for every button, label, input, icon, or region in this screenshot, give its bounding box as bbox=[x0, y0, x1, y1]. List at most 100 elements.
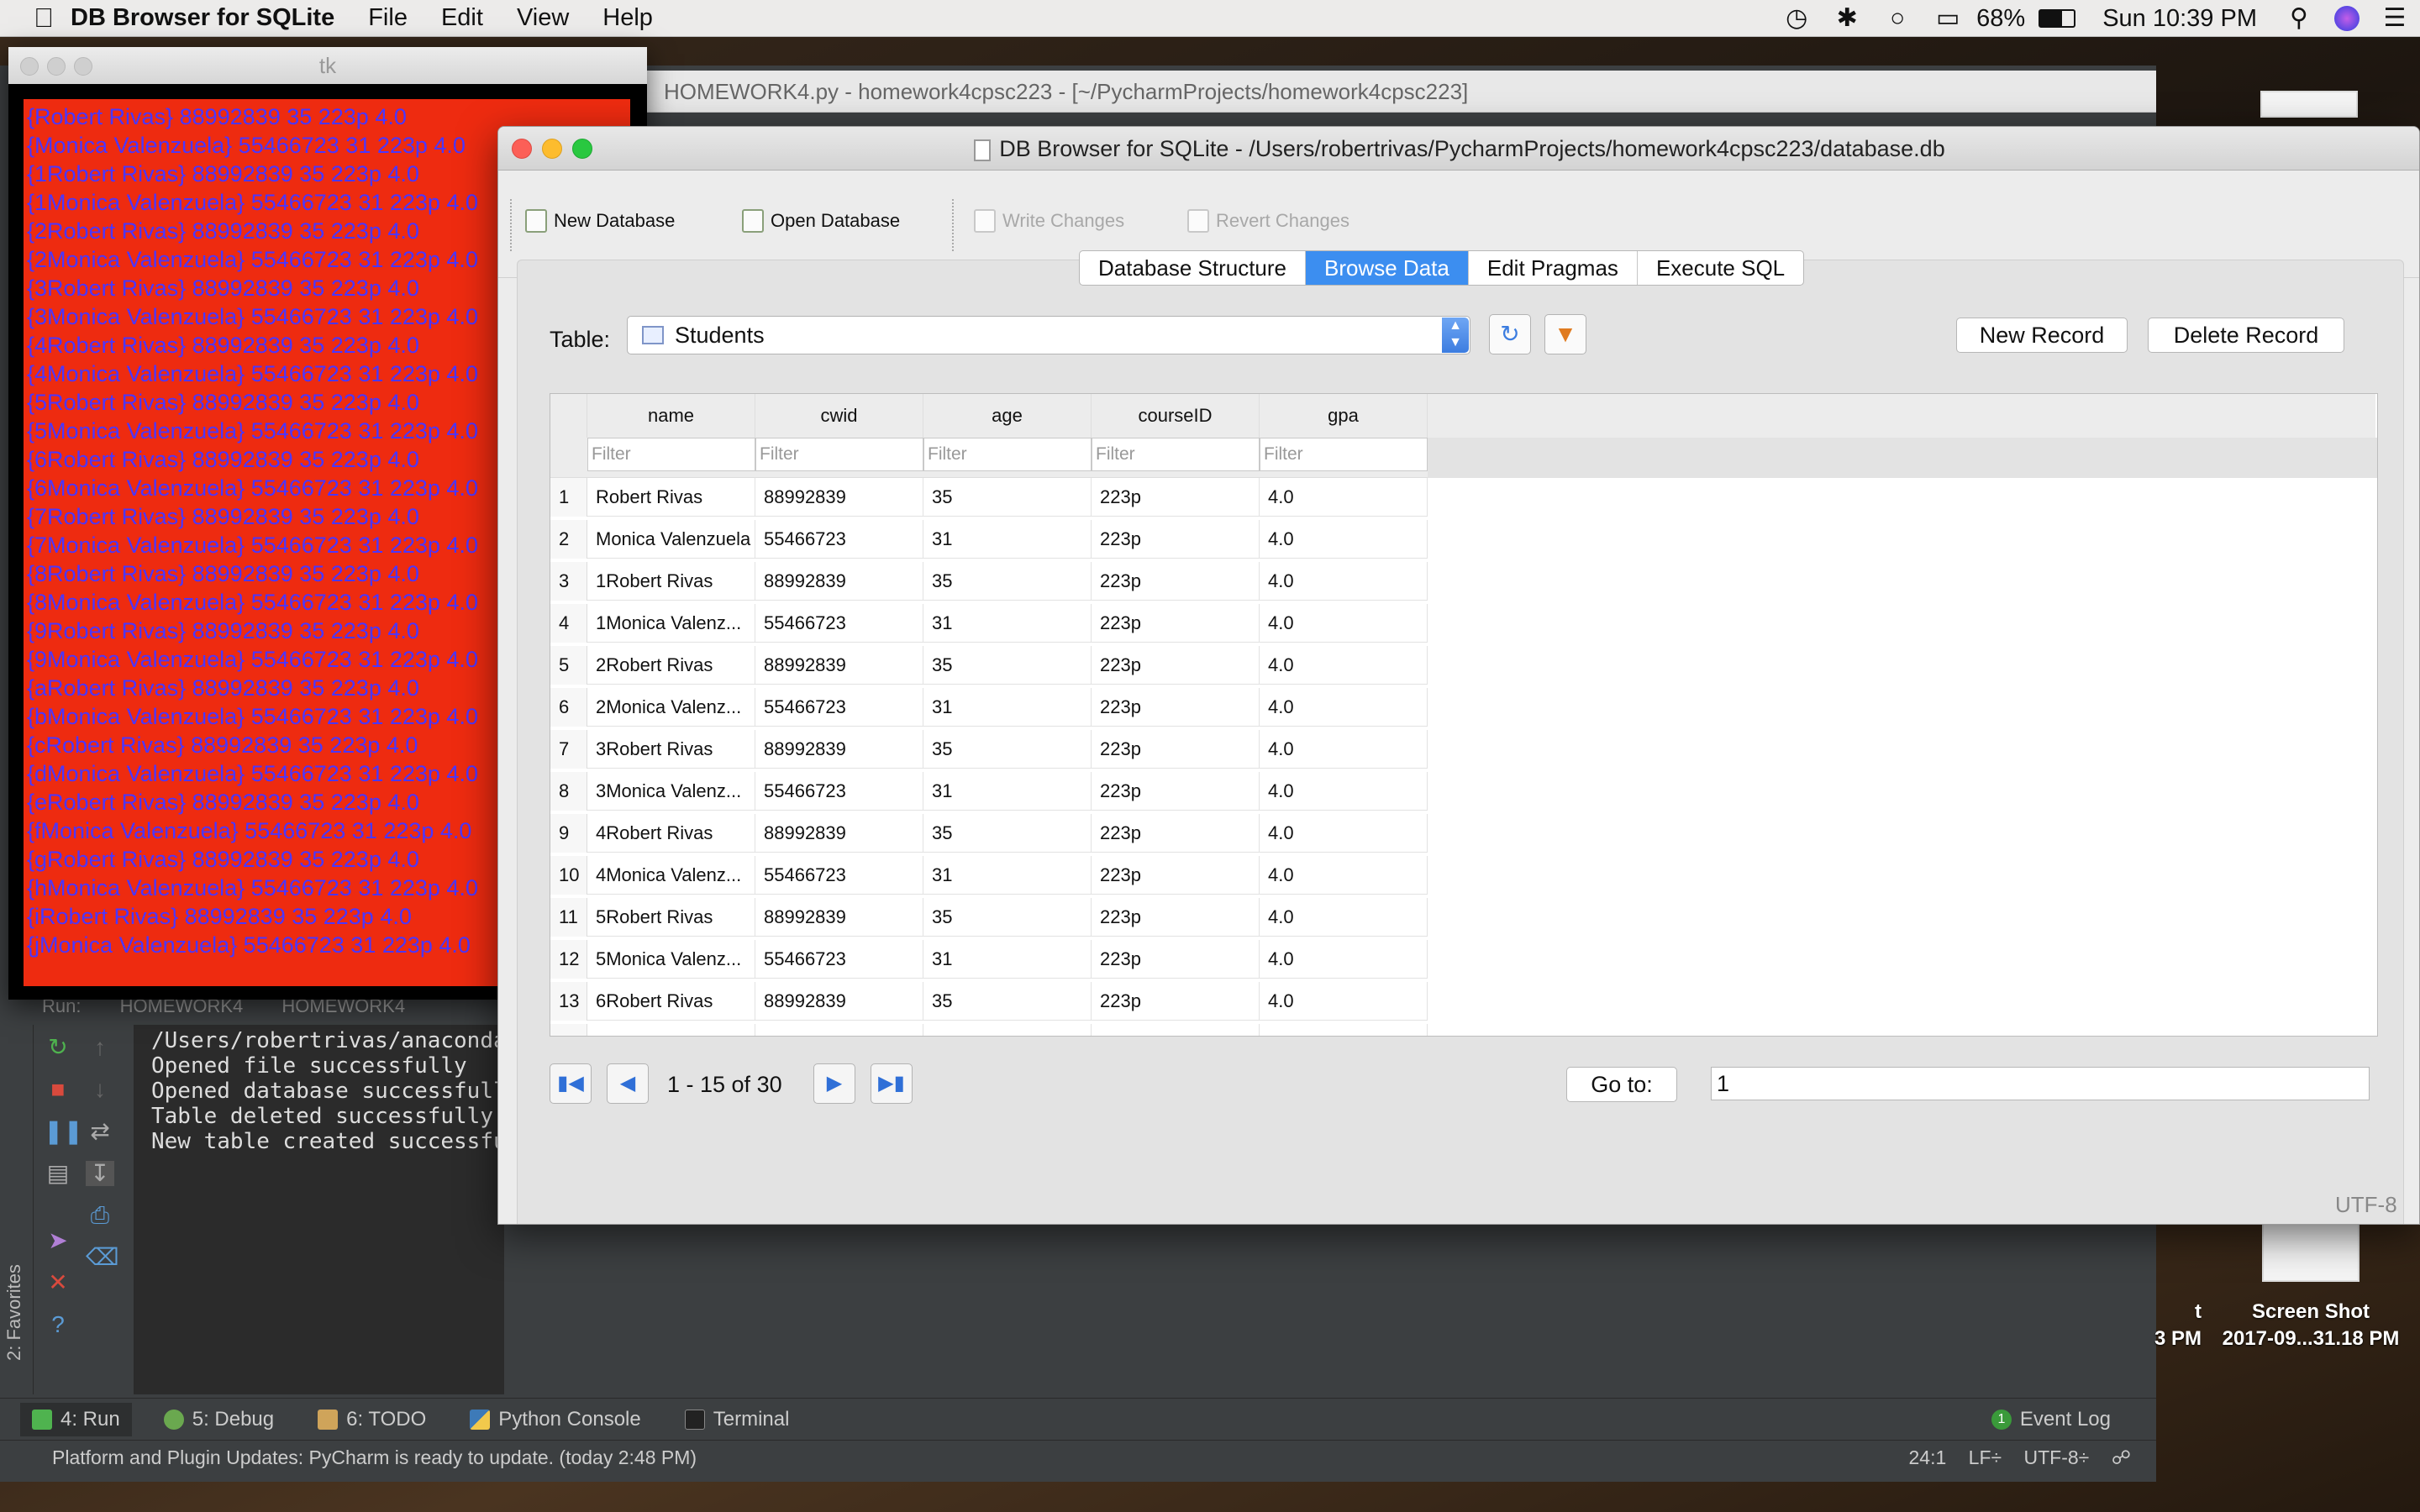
table-cell-name[interactable]: 5Robert Rivas bbox=[587, 898, 755, 937]
table-cell-age[interactable]: 31 bbox=[923, 520, 1092, 559]
table-cell-gpa[interactable]: 4.0 bbox=[1260, 688, 1428, 727]
tab-database-structure[interactable]: Database Structure bbox=[1080, 251, 1307, 285]
zoom-button[interactable] bbox=[572, 139, 592, 159]
table-cell-name[interactable]: 4Robert Rivas bbox=[587, 814, 755, 853]
table-cell-age[interactable]: 31 bbox=[923, 772, 1092, 811]
new-database-button[interactable]: New Database bbox=[525, 204, 675, 238]
filter-age[interactable]: Filter bbox=[923, 438, 1092, 471]
row-number[interactable]: 10 bbox=[550, 856, 587, 895]
table-cell-cwid[interactable]: 88992839 bbox=[755, 814, 923, 853]
run-console-output[interactable]: /Users/robertrivas/anaconda/envs Opened … bbox=[134, 1025, 504, 1394]
table-cell-cwid[interactable]: 55466723 bbox=[755, 940, 923, 979]
table-cell-name[interactable]: 2Monica Valenz... bbox=[587, 688, 755, 727]
table-cell-cwid[interactable]: 55466723 bbox=[755, 520, 923, 559]
table-cell-courseid[interactable]: 223p bbox=[1092, 562, 1260, 601]
tab-edit-pragmas[interactable]: Edit Pragmas bbox=[1469, 251, 1638, 285]
row-number[interactable]: 1 bbox=[550, 478, 587, 517]
minimize-button[interactable] bbox=[47, 57, 66, 76]
pycharm-title-bar[interactable]: HOMEWORK4.py - homework4cpsc223 - [~/Pyc… bbox=[639, 71, 2156, 113]
table-cell-age[interactable]: 35 bbox=[923, 898, 1092, 937]
line-separator[interactable]: LF÷ bbox=[1969, 1446, 2002, 1468]
table-row[interactable]: 12 5Monica Valenz... 55466723 31 223p 4.0 bbox=[550, 940, 1428, 979]
table-row[interactable]: 11 5Robert Rivas 88992839 35 223p 4.0 bbox=[550, 898, 1428, 937]
desktop-file-label-partial[interactable]: t3 PM bbox=[2134, 1299, 2202, 1352]
table-cell-cwid[interactable]: 88992839 bbox=[755, 646, 923, 685]
column-header-name[interactable]: name bbox=[587, 394, 755, 438]
table-cell-cwid[interactable]: 55466723 bbox=[755, 1024, 923, 1036]
table-cell-cwid[interactable]: 55466723 bbox=[755, 856, 923, 895]
table-cell-age[interactable]: 31 bbox=[923, 604, 1092, 643]
edit-menu[interactable]: Edit bbox=[424, 4, 500, 32]
help-icon[interactable]: ? bbox=[44, 1312, 72, 1337]
filter-cwid[interactable]: Filter bbox=[755, 438, 923, 471]
row-number[interactable]: 3 bbox=[550, 562, 587, 601]
notification-center-icon[interactable]: ☰ bbox=[2380, 6, 2410, 31]
revert-changes-button[interactable]: Revert Changes bbox=[1187, 204, 1349, 238]
close-button[interactable] bbox=[512, 139, 532, 159]
help-menu[interactable]: Help bbox=[586, 4, 670, 32]
soft-wrap-icon[interactable]: ⇄ bbox=[86, 1119, 114, 1144]
table-cell-gpa[interactable]: 4.0 bbox=[1260, 856, 1428, 895]
lock-icon[interactable]: ☍ bbox=[2112, 1446, 2131, 1468]
refresh-button[interactable]: ↻ bbox=[1489, 314, 1531, 354]
next-page-button[interactable]: ▶ bbox=[813, 1063, 855, 1104]
todo-tool-tab[interactable]: 6: TODO bbox=[306, 1403, 438, 1436]
table-cell-age[interactable]: 31 bbox=[923, 1024, 1092, 1036]
scroll-to-end-icon[interactable]: ↧ bbox=[86, 1161, 114, 1186]
screenshot-file-label[interactable]: Screen Shot 2017-09...31.18 PM bbox=[2202, 1299, 2420, 1352]
table-cell-age[interactable]: 35 bbox=[923, 814, 1092, 853]
table-cell-name[interactable]: 2Robert Rivas bbox=[587, 646, 755, 685]
first-page-button[interactable]: ▮◀ bbox=[550, 1063, 592, 1104]
spotlight-search-icon[interactable]: ⚲ bbox=[2284, 6, 2314, 31]
table-cell-gpa[interactable]: 4.0 bbox=[1260, 940, 1428, 979]
table-cell-courseid[interactable]: 223p bbox=[1092, 478, 1260, 517]
row-number[interactable]: 14 bbox=[550, 1024, 587, 1036]
table-cell-gpa[interactable]: 4.0 bbox=[1260, 814, 1428, 853]
table-cell-cwid[interactable]: 88992839 bbox=[755, 982, 923, 1021]
table-cell-age[interactable]: 35 bbox=[923, 562, 1092, 601]
open-database-button[interactable]: Open Database bbox=[742, 204, 900, 238]
table-cell-name[interactable]: 6Robert Rivas bbox=[587, 982, 755, 1021]
table-cell-name[interactable]: Robert Rivas bbox=[587, 478, 755, 517]
table-cell-name[interactable]: 4Monica Valenz... bbox=[587, 856, 755, 895]
table-cell-cwid[interactable]: 88992839 bbox=[755, 730, 923, 769]
minimize-button[interactable] bbox=[542, 139, 562, 159]
rerun-icon[interactable]: ↻ bbox=[44, 1035, 72, 1060]
table-row[interactable]: 3 1Robert Rivas 88992839 35 223p 4.0 bbox=[550, 562, 1428, 601]
table-row[interactable]: 2 Monica Valenzuela 55466723 31 223p 4.0 bbox=[550, 520, 1428, 559]
previous-page-button[interactable]: ◀ bbox=[607, 1063, 649, 1104]
column-header-cwid[interactable]: cwid bbox=[755, 394, 923, 438]
data-grid[interactable]: name cwid age courseID gpa Filter Filter… bbox=[550, 393, 2378, 1037]
clear-filters-button[interactable]: ▼ bbox=[1544, 314, 1586, 354]
cursor-position[interactable]: 24:1 bbox=[1909, 1446, 1947, 1468]
stop-icon[interactable]: ■ bbox=[44, 1077, 72, 1102]
table-cell-gpa[interactable]: 4.0 bbox=[1260, 604, 1428, 643]
goto-button[interactable]: Go to: bbox=[1566, 1067, 1677, 1102]
table-select[interactable]: Students bbox=[627, 316, 1470, 354]
goto-input[interactable]: 1 bbox=[1711, 1067, 2370, 1100]
table-cell-name[interactable]: 1Monica Valenz... bbox=[587, 604, 755, 643]
table-cell-cwid[interactable]: 88992839 bbox=[755, 478, 923, 517]
view-menu[interactable]: View bbox=[500, 4, 586, 32]
row-number[interactable]: 9 bbox=[550, 814, 587, 853]
table-cell-name[interactable]: 3Robert Rivas bbox=[587, 730, 755, 769]
table-cell-name[interactable]: Monica Valenzuela bbox=[587, 520, 755, 559]
table-cell-cwid[interactable]: 88992839 bbox=[755, 898, 923, 937]
table-cell-gpa[interactable]: 4.0 bbox=[1260, 520, 1428, 559]
row-number[interactable]: 7 bbox=[550, 730, 587, 769]
table-cell-gpa[interactable]: 4.0 bbox=[1260, 646, 1428, 685]
table-cell-cwid[interactable]: 55466723 bbox=[755, 604, 923, 643]
table-cell-name[interactable]: 5Monica Valenz... bbox=[587, 940, 755, 979]
row-number[interactable]: 4 bbox=[550, 604, 587, 643]
row-number[interactable]: 11 bbox=[550, 898, 587, 937]
delete-record-button[interactable]: Delete Record bbox=[2148, 318, 2344, 353]
clock[interactable]: Sun 10:39 PM bbox=[2086, 5, 2274, 33]
table-cell-age[interactable]: 35 bbox=[923, 982, 1092, 1021]
table-row[interactable]: 13 6Robert Rivas 88992839 35 223p 4.0 bbox=[550, 982, 1428, 1021]
table-row[interactable]: 10 4Monica Valenz... 55466723 31 223p 4.0 bbox=[550, 856, 1428, 895]
row-number[interactable]: 12 bbox=[550, 940, 587, 979]
print-icon[interactable]: ⎙ bbox=[86, 1203, 114, 1228]
terminal-tab[interactable]: Terminal bbox=[673, 1403, 802, 1436]
column-header-gpa[interactable]: gpa bbox=[1260, 394, 1428, 438]
table-cell-courseid[interactable]: 223p bbox=[1092, 646, 1260, 685]
